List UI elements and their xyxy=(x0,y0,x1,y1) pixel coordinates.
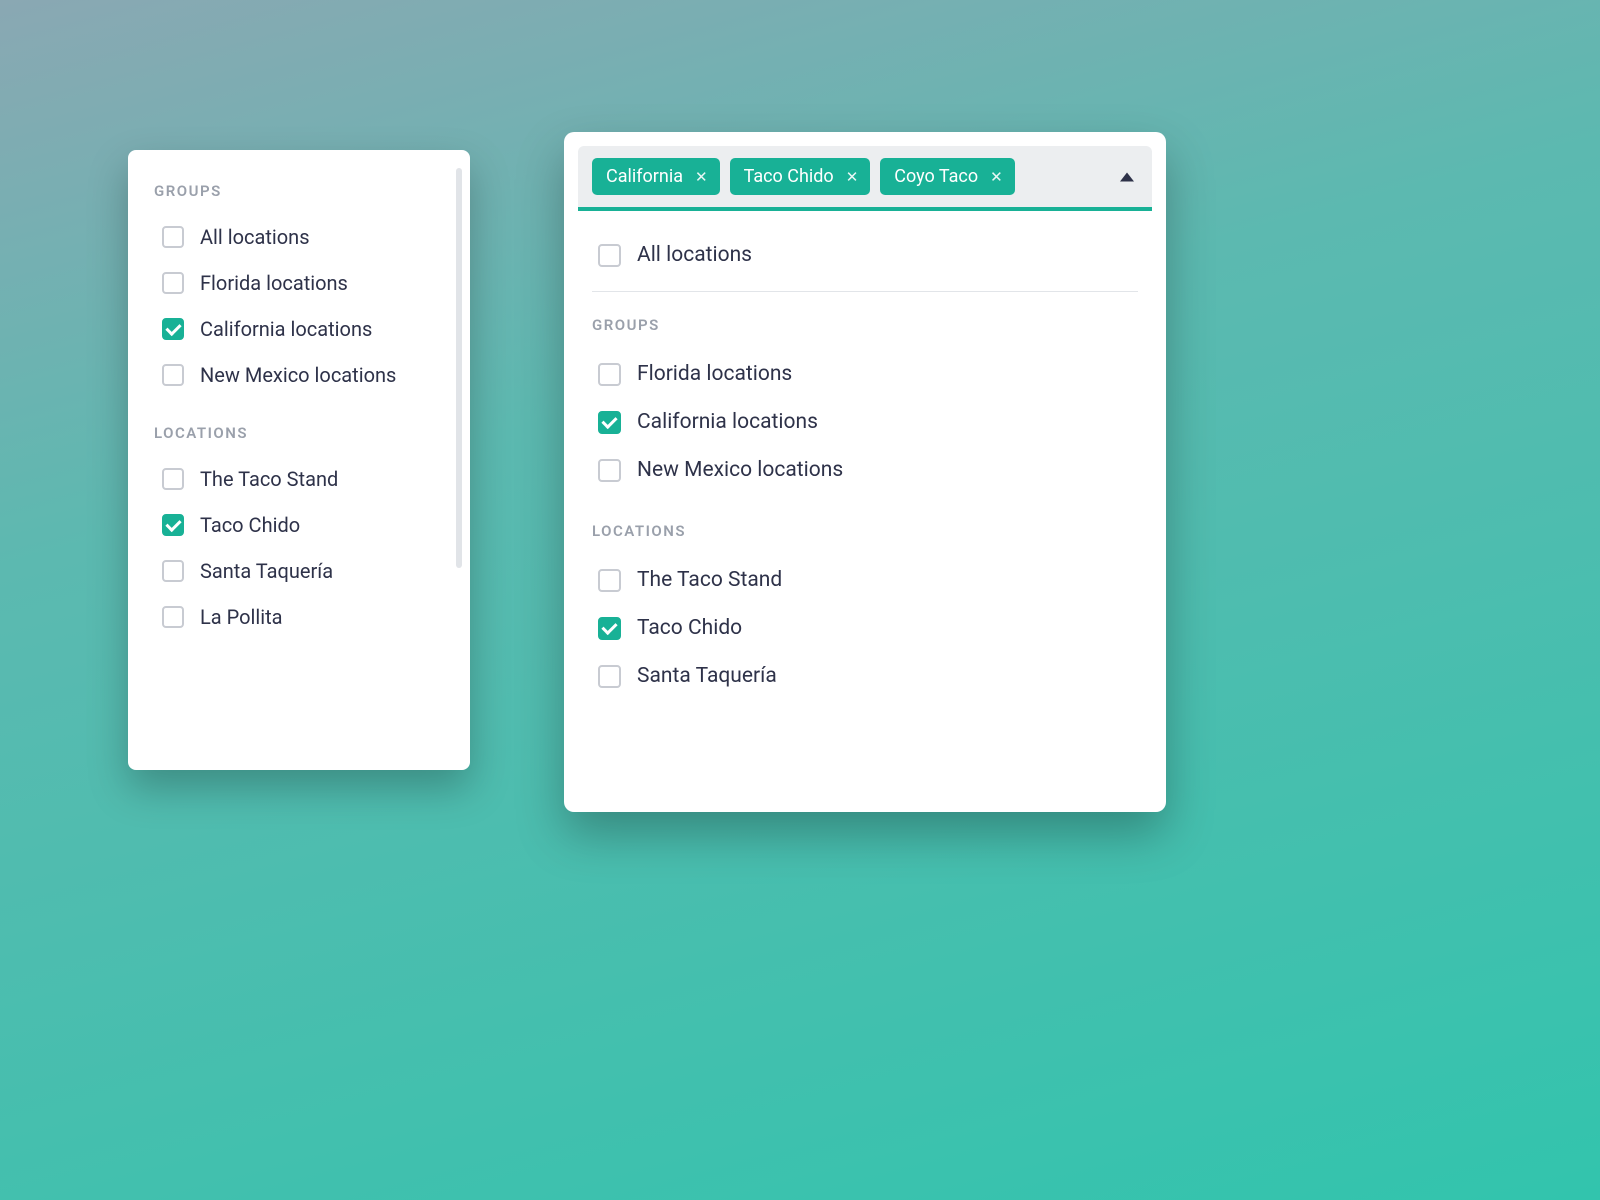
checkbox-icon[interactable] xyxy=(598,569,621,592)
option-label: Taco Chido xyxy=(200,513,300,537)
option-label: Florida locations xyxy=(637,362,792,386)
combobox-input[interactable]: California ✕ Taco Chido ✕ Coyo Taco ✕ xyxy=(578,146,1152,211)
checkbox-icon[interactable] xyxy=(598,665,621,688)
group-option-florida[interactable]: Florida locations xyxy=(592,350,1138,398)
checkbox-icon[interactable] xyxy=(598,244,621,267)
section-heading-groups: GROUPS xyxy=(154,182,454,200)
group-option-new-mexico[interactable]: New Mexico locations xyxy=(154,352,454,398)
checkbox-icon[interactable] xyxy=(162,364,184,386)
option-label: La Pollita xyxy=(200,605,283,629)
option-label: The Taco Stand xyxy=(200,467,338,491)
divider xyxy=(592,291,1138,292)
group-option-florida[interactable]: Florida locations xyxy=(154,260,454,306)
filter-panel-compact: GROUPS All locations Florida locations C… xyxy=(128,150,470,770)
close-icon[interactable]: ✕ xyxy=(988,168,1005,186)
section-heading-groups: GROUPS xyxy=(592,316,1138,334)
chip-coyo-taco[interactable]: Coyo Taco ✕ xyxy=(880,158,1014,195)
location-option-la-pollita[interactable]: La Pollita xyxy=(154,594,454,640)
group-option-california[interactable]: California locations xyxy=(592,398,1138,446)
option-label: New Mexico locations xyxy=(637,458,843,482)
checkbox-icon[interactable] xyxy=(162,606,184,628)
location-option-taco-chido[interactable]: Taco Chido xyxy=(154,502,454,548)
section-heading-locations: LOCATIONS xyxy=(592,522,1138,540)
checkbox-checked-icon[interactable] xyxy=(162,514,184,536)
group-option-california[interactable]: California locations xyxy=(154,306,454,352)
group-option-all-locations[interactable]: All locations xyxy=(154,214,454,260)
option-label: Santa Taquería xyxy=(200,559,333,583)
option-label: The Taco Stand xyxy=(637,568,782,592)
checkbox-icon[interactable] xyxy=(162,272,184,294)
close-icon[interactable]: ✕ xyxy=(693,168,710,186)
location-option-santa-taqueria[interactable]: Santa Taquería xyxy=(592,652,1138,700)
location-option-taco-chido[interactable]: Taco Chido xyxy=(592,604,1138,652)
chip-label: Taco Chido xyxy=(744,166,834,187)
location-option-taco-stand[interactable]: The Taco Stand xyxy=(154,456,454,502)
chevron-up-icon[interactable] xyxy=(1120,172,1134,181)
close-icon[interactable]: ✕ xyxy=(844,168,861,186)
chip-california[interactable]: California ✕ xyxy=(592,158,720,195)
section-heading-locations: LOCATIONS xyxy=(154,424,454,442)
option-label: California locations xyxy=(637,410,818,434)
location-option-santa-taqueria[interactable]: Santa Taquería xyxy=(154,548,454,594)
option-label: California locations xyxy=(200,317,372,341)
combobox-dropdown: All locations GROUPS Florida locations C… xyxy=(564,211,1166,710)
checkbox-icon[interactable] xyxy=(162,560,184,582)
option-all-locations[interactable]: All locations xyxy=(592,231,1138,279)
location-option-taco-stand[interactable]: The Taco Stand xyxy=(592,556,1138,604)
option-label: All locations xyxy=(200,225,310,249)
checkbox-icon[interactable] xyxy=(162,226,184,248)
checkbox-icon[interactable] xyxy=(598,459,621,482)
checkbox-checked-icon[interactable] xyxy=(598,617,621,640)
option-label: Florida locations xyxy=(200,271,348,295)
option-label: Santa Taquería xyxy=(637,664,777,688)
checkbox-checked-icon[interactable] xyxy=(162,318,184,340)
checkbox-checked-icon[interactable] xyxy=(598,411,621,434)
option-label: New Mexico locations xyxy=(200,363,396,387)
chip-label: Coyo Taco xyxy=(894,166,978,187)
option-label: Taco Chido xyxy=(637,616,742,640)
checkbox-icon[interactable] xyxy=(162,468,184,490)
checkbox-icon[interactable] xyxy=(598,363,621,386)
chip-taco-chido[interactable]: Taco Chido ✕ xyxy=(730,158,871,195)
filter-combobox-panel: California ✕ Taco Chido ✕ Coyo Taco ✕ Al… xyxy=(564,132,1166,812)
option-label: All locations xyxy=(637,243,752,267)
scrollbar[interactable] xyxy=(456,168,462,568)
group-option-new-mexico[interactable]: New Mexico locations xyxy=(592,446,1138,494)
chip-label: California xyxy=(606,166,683,187)
